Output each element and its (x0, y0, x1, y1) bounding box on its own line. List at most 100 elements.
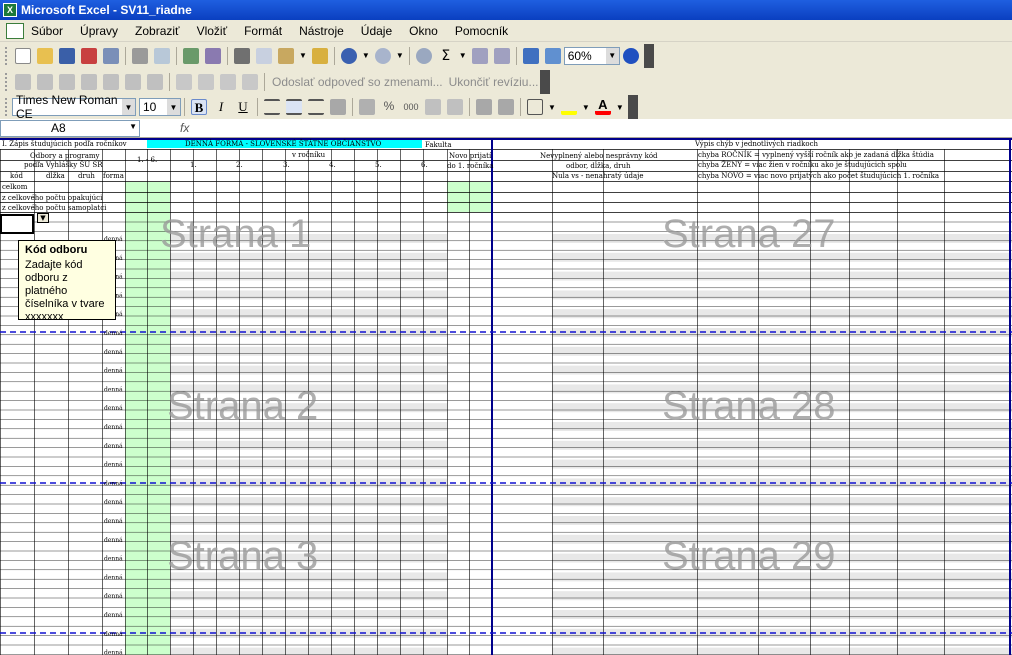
borders-dropdown-icon[interactable]: ▼ (548, 103, 556, 112)
chart-wizard-icon[interactable] (522, 47, 539, 64)
redo-icon[interactable] (374, 47, 391, 64)
toolbar-options-icon[interactable] (627, 95, 638, 119)
highlight-changes-icon[interactable] (198, 74, 214, 90)
format-painter-icon[interactable] (311, 47, 328, 64)
forma-cell: denná (104, 462, 123, 469)
new-comment-icon[interactable] (15, 74, 31, 90)
accept-changes-icon[interactable] (220, 74, 236, 90)
toolbar-grip[interactable] (5, 98, 8, 116)
sort-ascending-icon[interactable] (471, 47, 488, 64)
header-novo-1: Novo prijatí (449, 152, 492, 160)
separator (352, 98, 353, 116)
name-box[interactable]: A8 ▼ (0, 119, 140, 137)
increase-decimal-icon[interactable] (425, 99, 441, 115)
research-icon[interactable] (205, 47, 221, 64)
drawing-icon[interactable] (544, 47, 561, 64)
font-size-combo[interactable]: 10 ▼ (139, 98, 181, 116)
menu-zobrazit[interactable]: Zobraziť (134, 24, 181, 38)
font-size-dropdown-icon[interactable]: ▼ (167, 99, 180, 115)
zoom-dropdown-icon[interactable]: ▼ (605, 47, 619, 64)
save-icon[interactable] (59, 47, 75, 64)
autosum-dropdown-icon[interactable]: ▼ (459, 51, 467, 60)
menu-upravy[interactable]: Úpravy (79, 24, 119, 38)
comma-style-icon[interactable]: 000 (403, 99, 419, 115)
reply-with-changes-button[interactable]: Odoslať odpoveď so zmenami... (272, 75, 443, 89)
decrease-indent-icon[interactable] (476, 99, 492, 115)
menu-subor[interactable]: Súbor (30, 24, 64, 38)
name-box-dropdown-icon[interactable]: ▼ (129, 122, 137, 131)
increase-indent-icon[interactable] (498, 99, 514, 115)
fill-color-dropdown-icon[interactable]: ▼ (582, 103, 590, 112)
spelling-icon[interactable] (183, 47, 199, 64)
forma-cell: denná (104, 631, 123, 638)
menu-bar: Súbor Úpravy Zobraziť Vložiť Formát Nást… (0, 20, 1012, 42)
toolbar-grip[interactable] (5, 46, 8, 65)
font-color-icon[interactable]: A (594, 98, 611, 115)
next-comment-icon[interactable] (59, 74, 75, 90)
worksheet[interactable]: denná denná denná denná denná denná denná denná… (0, 138, 1012, 655)
forma-cell: denná (104, 330, 123, 337)
email-icon[interactable] (103, 47, 119, 64)
track-changes-icon[interactable] (176, 74, 192, 90)
validation-dropdown-icon[interactable]: ▼ (37, 213, 49, 223)
ink-annotation-icon[interactable] (147, 74, 163, 90)
font-name-dropdown-icon[interactable]: ▼ (122, 99, 135, 115)
align-center-icon[interactable] (286, 99, 302, 115)
hyperlink-icon[interactable] (415, 47, 432, 64)
menu-vlozit[interactable]: Vložiť (196, 24, 229, 38)
zoom-combo[interactable]: 60% ▼ (563, 46, 620, 65)
permission-icon[interactable] (81, 47, 97, 64)
redo-dropdown-icon[interactable]: ▼ (396, 51, 404, 60)
toolbar-options-icon[interactable] (643, 43, 654, 68)
underline-icon[interactable]: U (235, 99, 251, 115)
font-color-dropdown-icon[interactable]: ▼ (616, 103, 624, 112)
new-icon[interactable] (15, 47, 31, 64)
menu-okno[interactable]: Okno (408, 24, 439, 38)
toolbar-options-icon[interactable] (540, 70, 551, 94)
fx-icon[interactable]: fx (180, 121, 189, 135)
decrease-decimal-icon[interactable] (447, 99, 463, 115)
merge-workbook-icon[interactable] (242, 74, 258, 90)
paste-icon[interactable] (278, 47, 294, 64)
autosum-icon[interactable]: Σ (438, 48, 454, 64)
show-all-comments-icon[interactable] (103, 74, 119, 90)
menu-nastroje[interactable]: Nástroje (298, 24, 345, 38)
sort-descending-icon[interactable] (493, 47, 510, 64)
header-nevyp-3: Nula vs - nenahratý údaje (552, 172, 644, 180)
help-icon[interactable] (622, 47, 639, 64)
separator (184, 98, 185, 116)
active-cell[interactable] (0, 214, 34, 234)
formatting-toolbar: Times New Roman CE ▼ 10 ▼ B I U % 000 ▼ ▼ … (0, 93, 1012, 121)
percent-icon[interactable]: % (381, 99, 397, 115)
delete-comment-icon[interactable] (125, 74, 141, 90)
align-left-icon[interactable] (264, 99, 280, 115)
menu-format[interactable]: Formát (243, 24, 283, 38)
font-name-combo[interactable]: Times New Roman CE ▼ (12, 93, 136, 121)
workbook-icon[interactable] (6, 22, 24, 39)
borders-icon[interactable] (527, 99, 543, 115)
previous-comment-icon[interactable] (37, 74, 53, 90)
print-preview-icon[interactable] (154, 47, 170, 64)
undo-dropdown-icon[interactable]: ▼ (362, 51, 370, 60)
undo-icon[interactable] (340, 47, 357, 64)
menu-udaje[interactable]: Údaje (360, 24, 393, 38)
menu-pomocnik[interactable]: Pomocník (454, 24, 509, 38)
copy-icon[interactable] (256, 47, 272, 64)
print-icon[interactable] (132, 47, 148, 64)
fill-color-icon[interactable] (560, 99, 577, 115)
error-rocnik: chyba ROČNÍK = vyplnený vyšší ročník ako… (698, 151, 934, 159)
italic-icon[interactable]: I (213, 99, 229, 115)
end-review-button[interactable]: Ukončiť revíziu... (449, 75, 539, 89)
align-right-icon[interactable] (308, 99, 324, 115)
paste-dropdown-icon[interactable]: ▼ (299, 51, 307, 60)
worksheet-grid[interactable]: denná denná denná denná denná denná denná denná… (0, 138, 1012, 655)
open-icon[interactable] (37, 47, 53, 64)
toolbar-grip[interactable] (5, 73, 8, 91)
cut-icon[interactable] (234, 47, 250, 64)
page-watermark-1: Strana 1 (160, 212, 312, 256)
forma-cell: denná (104, 612, 123, 619)
merge-center-icon[interactable] (330, 99, 346, 115)
bold-icon[interactable]: B (191, 99, 207, 115)
show-comment-icon[interactable] (81, 74, 97, 90)
currency-icon[interactable] (359, 99, 375, 115)
